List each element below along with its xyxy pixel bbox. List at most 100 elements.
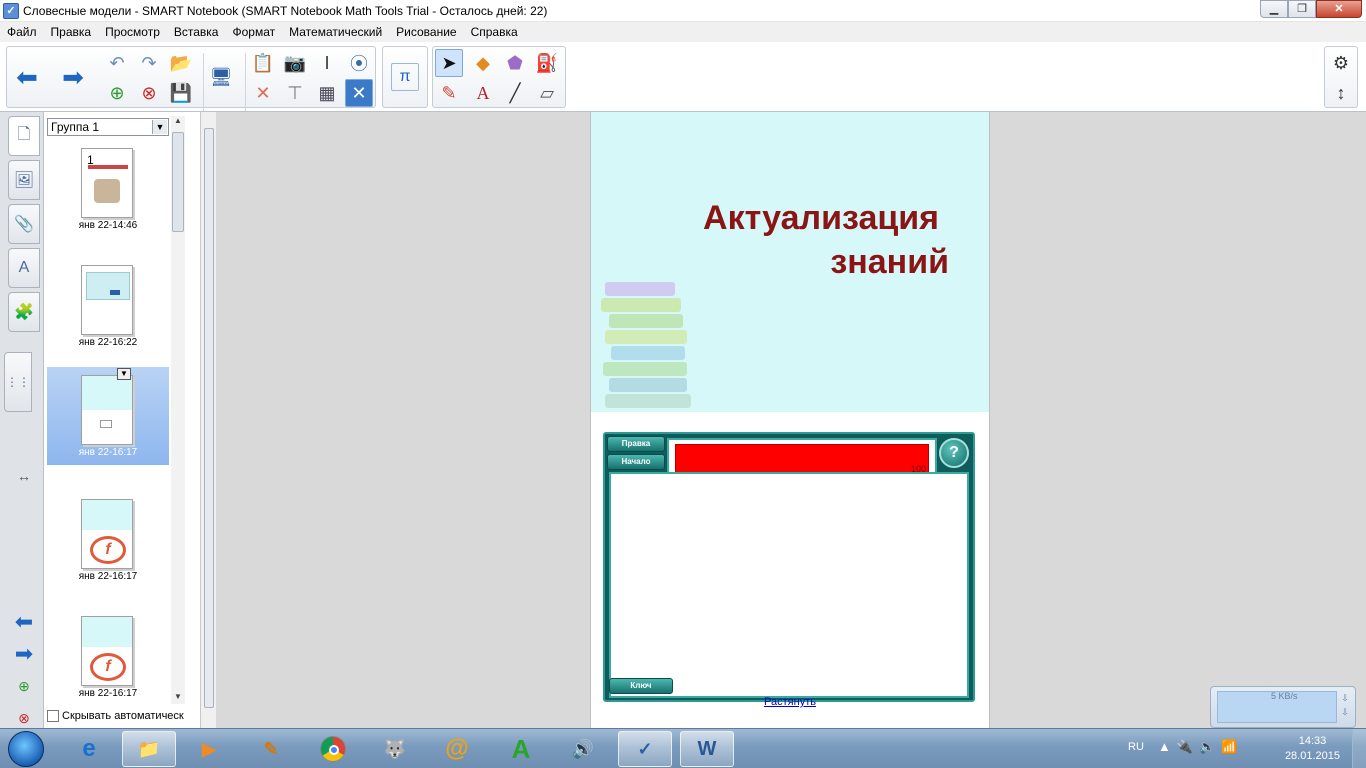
panel-splitter[interactable] [200, 112, 216, 728]
menu-help[interactable]: Справка [464, 22, 525, 42]
open-file-icon[interactable]: 📂 [167, 49, 195, 77]
page-menu-dropdown-icon[interactable]: ▼ [117, 368, 131, 380]
shapes-icon[interactable]: ◆ [469, 49, 497, 77]
delete-page-icon[interactable]: ⊗ [135, 79, 163, 107]
clock[interactable]: 14:33 28.01.2015 [1285, 734, 1340, 764]
text-tool-icon[interactable]: Ⅰ [313, 49, 341, 77]
sorter-scrollbar[interactable]: ▲ ▼ [171, 116, 185, 704]
paste-icon[interactable]: 📋 [249, 49, 277, 77]
answer-area[interactable] [609, 472, 969, 698]
menu-draw[interactable]: Рисование [389, 22, 463, 42]
internet-explorer-icon[interactable]: e [62, 731, 116, 767]
autohide-option[interactable]: Скрывать автоматическ [47, 710, 184, 722]
flash-quiz-widget[interactable]: Правка Начало 100 ? Ключ [603, 432, 975, 702]
eraser-icon[interactable]: ▱ [533, 79, 561, 107]
group-select[interactable]: Группа 1 ▼ [47, 118, 169, 136]
page-thumb-4[interactable]: 4 f янв 22-16:17 [47, 491, 169, 589]
start-button[interactable]: Начало [607, 454, 665, 470]
scroll-up-icon[interactable]: ▲ [171, 116, 185, 128]
windows-start-icon[interactable] [8, 731, 44, 767]
work-area: Актуализация знаний Правка Начало 100 ? [216, 112, 1366, 728]
menu-file[interactable]: Файл [0, 22, 44, 42]
menu-math[interactable]: Математический [282, 22, 389, 42]
gimp-icon[interactable]: 🐺 [368, 731, 422, 767]
file-explorer-icon[interactable]: 📁 [122, 731, 176, 767]
delete-icon[interactable]: ✕ [249, 79, 277, 107]
show-desktop-button[interactable] [1352, 729, 1366, 768]
back-arrow-icon[interactable]: ⬅ [13, 62, 41, 92]
page-thumb-3[interactable]: 3 ▼ янв 22-16:17 [47, 367, 169, 465]
check-button[interactable]: Правка [607, 436, 665, 452]
pi-icon[interactable]: π [391, 63, 419, 91]
tray-icons[interactable]: ▲🔌🔈📶 [1158, 739, 1243, 755]
font-app-icon[interactable]: A [494, 731, 548, 767]
properties-tab-icon[interactable]: A [8, 248, 40, 288]
undo-icon[interactable]: ↶ [103, 49, 131, 77]
page-thumb-2[interactable]: 2 янв 22-16:22 [47, 257, 169, 355]
table-icon[interactable]: ▦ [313, 79, 341, 107]
network-speed-widget[interactable]: 5 KB/s ⇩ ⇩ [1210, 686, 1356, 728]
addons-tab-icon[interactable]: 🧩 [8, 292, 40, 332]
close-button[interactable]: ✕ [1316, 0, 1362, 18]
smart-notebook-taskbar-icon[interactable]: ✓ [618, 731, 672, 767]
attachments-tab-icon[interactable]: 📎 [8, 204, 40, 244]
menu-format[interactable]: Формат [225, 22, 282, 42]
system-tray: RU ▲🔌🔈📶 14:33 28.01.2015 [1126, 729, 1366, 768]
menu-edit[interactable]: Правка [44, 22, 99, 42]
scroll-thumb[interactable] [172, 132, 184, 232]
settings-gear-icon[interactable]: ⚙ [1327, 49, 1355, 77]
books-stack-image[interactable] [595, 262, 705, 412]
display-screen-icon[interactable]: 🖥 [207, 63, 235, 91]
stretch-link[interactable]: Растянуть [591, 696, 989, 708]
menu-bar: Файл Правка Просмотр Вставка Формат Мате… [0, 22, 1366, 42]
menu-insert[interactable]: Вставка [167, 22, 226, 42]
line-icon[interactable]: ╱ [501, 79, 529, 107]
word-icon[interactable]: W [680, 731, 734, 767]
help-icon[interactable]: ? [939, 438, 969, 468]
fill-icon[interactable]: ⛽ [533, 49, 561, 77]
chevron-down-icon[interactable]: ▼ [152, 120, 167, 134]
page-caption: янв 22-16:17 [78, 688, 138, 699]
splitter-handle[interactable] [204, 128, 214, 708]
collapse-panel-handle[interactable]: ⋮⋮ [4, 352, 32, 412]
toolbar-group-main: ⬅ ➡ ↶ ↷ ⊕ ⊗ 📂 💾 🖥 📋 ✕ 📷 ⊤ Ⅰ ▦ ⦿ ✕ [6, 46, 376, 111]
screen-shade-icon[interactable]: ⊤ [281, 79, 309, 107]
key-button[interactable]: Ключ [609, 678, 673, 694]
clear-icon[interactable]: ✕ [345, 79, 373, 107]
gallery-tab-icon[interactable]: 🖼 [8, 160, 40, 200]
text-icon[interactable]: A [469, 79, 497, 107]
maximize-button[interactable]: ❐ [1288, 0, 1316, 18]
capture-icon[interactable]: 📷 [281, 49, 309, 77]
media-player-icon[interactable]: ▶ [182, 731, 236, 767]
math-tools-icon[interactable]: ⦿ [345, 49, 373, 77]
page-sorter-tab-icon[interactable]: 🗋 [8, 116, 40, 156]
save-icon[interactable]: 💾 [167, 79, 195, 107]
forward-arrow-icon[interactable]: ➡ [59, 62, 87, 92]
autohide-checkbox[interactable] [47, 710, 59, 722]
select-arrow-icon[interactable]: ➤ [435, 49, 463, 77]
chrome-icon[interactable] [306, 731, 360, 767]
toolbar-group-math: π [382, 46, 428, 108]
minimize-button[interactable]: ▁ [1260, 0, 1288, 18]
page-thumb-1[interactable]: 1 янв 22-14:46 [47, 140, 169, 238]
magic-pen-icon[interactable]: ⬟ [501, 49, 529, 77]
move-toolbar-icon[interactable]: ↕ [1327, 79, 1355, 107]
mail-agent-icon[interactable]: @ [430, 731, 484, 767]
window-controls: ▁ ❐ ✕ [1260, 0, 1362, 18]
resize-horizontal-icon[interactable]: ↔ [8, 456, 40, 496]
scroll-down-icon[interactable]: ▼ [171, 692, 185, 704]
language-indicator[interactable]: RU [1128, 741, 1144, 753]
page-thumb-5[interactable]: 5 f янв 22-16:17 [47, 608, 169, 706]
toolbar-group-settings: ⚙ ↕ [1324, 46, 1358, 108]
menu-view[interactable]: Просмотр [98, 22, 167, 42]
paint-icon[interactable]: ✎ [244, 731, 298, 767]
audio-icon[interactable]: 🔊 [556, 731, 610, 767]
network-speed: 5 KB/s [1271, 691, 1298, 701]
redo-icon[interactable]: ↷ [135, 49, 163, 77]
page-sorter: Группа 1 ▼ ▲ ▼ 1 янв 22-14:46 2 янв 22-1… [44, 112, 200, 728]
smart-notebook-icon: ✓ [3, 2, 19, 19]
add-page-icon[interactable]: ⊕ [103, 79, 131, 107]
notebook-page: Актуализация знаний Правка Начало 100 ? [590, 112, 990, 728]
pens-icon[interactable]: ✎ [435, 79, 463, 107]
network-arrows-icon: ⇩ ⇩ [1341, 693, 1349, 717]
